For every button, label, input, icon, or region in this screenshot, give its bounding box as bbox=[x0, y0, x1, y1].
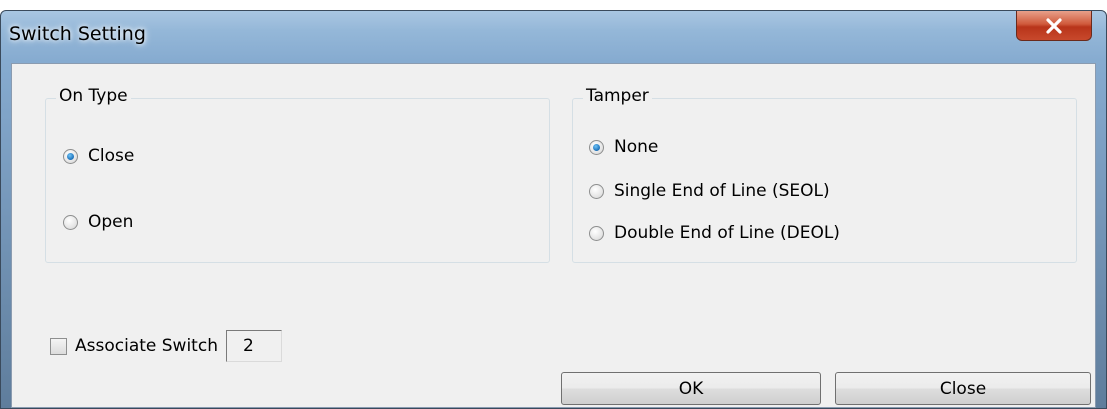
on-type-group: On Type Close Open bbox=[45, 86, 550, 263]
tamper-seol-option[interactable]: Single End of Line (SEOL) bbox=[589, 181, 830, 201]
on-type-group-label: On Type bbox=[56, 86, 131, 106]
on-type-open-radio[interactable] bbox=[63, 214, 78, 230]
tamper-deol-radio[interactable] bbox=[589, 225, 604, 241]
switch-setting-dialog: Switch Setting On Type Close Open Tamper… bbox=[0, 10, 1107, 409]
tamper-seol-label: Single End of Line (SEOL) bbox=[614, 181, 830, 201]
on-type-close-option[interactable]: Close bbox=[63, 146, 134, 166]
associate-switch-checkbox[interactable] bbox=[50, 337, 67, 355]
tamper-none-label: None bbox=[614, 137, 659, 157]
tamper-group-label: Tamper bbox=[583, 86, 652, 106]
associate-switch-label: Associate Switch bbox=[75, 336, 218, 356]
on-type-close-label: Close bbox=[88, 146, 135, 166]
ok-button[interactable]: OK bbox=[561, 372, 821, 405]
close-x-icon bbox=[1046, 17, 1062, 34]
associate-switch-row: Associate Switch 2 bbox=[50, 330, 282, 362]
associate-switch-number-field[interactable]: 2 bbox=[225, 330, 282, 362]
on-type-open-label: Open bbox=[88, 212, 134, 232]
tamper-deol-option[interactable]: Double End of Line (DEOL) bbox=[589, 223, 840, 243]
dialog-client-area: On Type Close Open Tamper None Single En… bbox=[11, 63, 1096, 408]
on-type-open-option[interactable]: Open bbox=[63, 212, 133, 232]
tamper-none-option[interactable]: None bbox=[589, 137, 658, 157]
on-type-close-radio[interactable] bbox=[63, 148, 78, 164]
window-close-button[interactable] bbox=[1016, 11, 1092, 41]
tamper-none-radio[interactable] bbox=[589, 139, 604, 155]
tamper-group: Tamper None Single End of Line (SEOL) Do… bbox=[572, 86, 1077, 263]
tamper-deol-label: Double End of Line (DEOL) bbox=[614, 223, 840, 243]
tamper-seol-radio[interactable] bbox=[589, 183, 604, 199]
close-button[interactable]: Close bbox=[835, 372, 1091, 405]
window-title: Switch Setting bbox=[9, 23, 146, 45]
